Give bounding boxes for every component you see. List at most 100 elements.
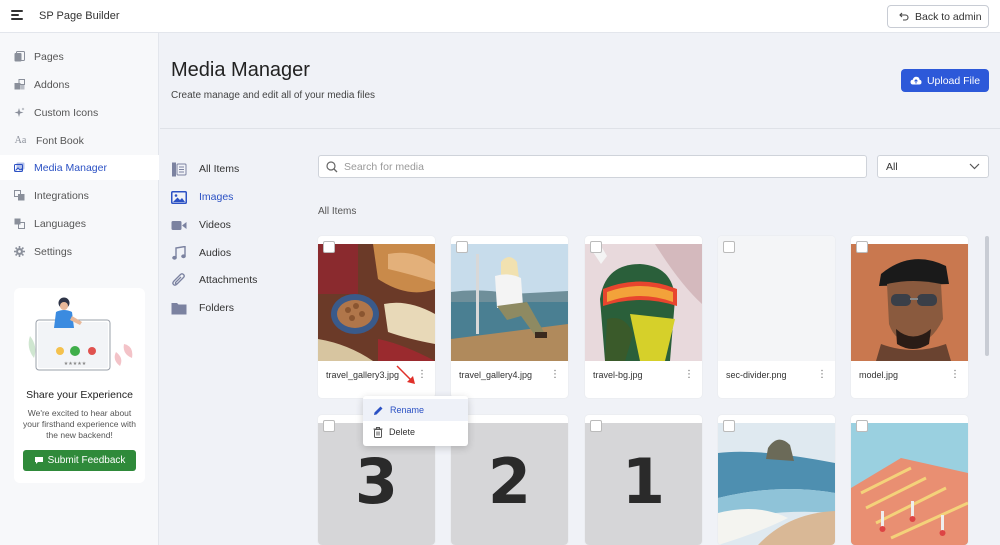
languages-icon	[14, 218, 25, 229]
more-options-icon[interactable]: ⋮	[817, 369, 827, 380]
sidebar-item-label: Languages	[34, 217, 86, 230]
sidebar-item-label: Media Manager	[34, 161, 107, 174]
video-icon	[171, 220, 187, 230]
media-card[interactable]: travel-bg.jpg ⋮	[585, 236, 702, 398]
filter-selected-value: All	[886, 160, 898, 173]
font-icon: Aa	[14, 135, 27, 146]
folder-icon	[171, 302, 187, 314]
sidebar-item-custom-icons[interactable]: Custom Icons	[0, 100, 159, 125]
image-icon	[171, 190, 187, 204]
category-attachments[interactable]: Attachments	[171, 270, 257, 290]
media-card[interactable]	[718, 415, 835, 545]
sidebar-item-media-manager[interactable]: Media Manager	[0, 155, 159, 180]
media-thumbnail-model	[851, 244, 968, 361]
media-thumbnail-number: 1	[585, 423, 702, 545]
back-to-admin-button[interactable]: Back to admin	[887, 5, 989, 28]
section-label: All Items	[318, 206, 357, 217]
sidebar-item-pages[interactable]: Pages	[0, 44, 159, 69]
media-card[interactable]: model.jpg ⋮	[851, 236, 968, 398]
thumbnail-number-text: 2	[487, 445, 532, 518]
category-label: All Items	[199, 163, 240, 175]
media-card[interactable]: 2	[451, 415, 568, 545]
category-audios[interactable]: Audios	[171, 243, 231, 263]
sidebar-item-addons[interactable]: Addons	[0, 72, 159, 97]
submit-feedback-label: Submit Feedback	[47, 455, 126, 466]
media-thumbnail-number: 2	[451, 423, 568, 545]
thumbnail-number-text: 1	[621, 445, 666, 518]
more-options-icon[interactable]: ⋮	[684, 369, 694, 380]
category-label: Audios	[199, 247, 232, 259]
media-checkbox[interactable]	[723, 241, 735, 253]
all-items-icon	[172, 162, 187, 176]
media-thumbnail-blank	[718, 236, 835, 361]
media-checkbox[interactable]	[856, 420, 868, 432]
category-videos[interactable]: Videos	[171, 215, 231, 235]
category-folders[interactable]: Folders	[171, 298, 234, 318]
gear-icon	[14, 246, 25, 257]
chat-icon	[34, 457, 43, 464]
feedback-title: Share your Experience	[26, 389, 133, 401]
media-card[interactable]: travel_gallery4.jpg ⋮	[451, 236, 568, 398]
trash-icon	[373, 426, 383, 438]
sidebar-item-font-book[interactable]: Aa Font Book	[0, 128, 159, 153]
context-delete[interactable]: Delete	[363, 421, 468, 443]
media-card[interactable]: 1	[585, 415, 702, 545]
media-thumbnail-beach	[718, 423, 835, 545]
more-options-icon[interactable]: ⋮	[950, 369, 960, 380]
sidebar-item-settings[interactable]: Settings	[0, 239, 159, 264]
cloud-upload-icon	[910, 76, 922, 85]
annotation-arrow-icon	[396, 365, 415, 384]
sidebar-item-label: Integrations	[34, 189, 89, 202]
upload-file-button[interactable]: Upload File	[901, 69, 989, 92]
svg-text:★★★★★: ★★★★★	[64, 361, 87, 367]
media-checkbox[interactable]	[456, 241, 468, 253]
category-images[interactable]: Images	[171, 187, 233, 207]
page-subtitle: Create manage and edit all of your media…	[171, 90, 376, 101]
submit-feedback-button[interactable]: Submit Feedback	[23, 450, 136, 471]
media-thumbnail-food	[318, 244, 435, 361]
pages-icon	[14, 51, 25, 62]
pencil-icon	[374, 406, 383, 415]
sparkle-icon	[14, 107, 25, 117]
addons-icon	[14, 79, 25, 90]
media-checkbox[interactable]	[323, 241, 335, 253]
category-label: Images	[199, 191, 234, 203]
media-checkbox[interactable]	[590, 420, 602, 432]
media-checkbox[interactable]	[590, 241, 602, 253]
media-thumbnail-boat	[451, 244, 568, 361]
media-filename: sec-divider.png	[726, 370, 787, 380]
feedback-text: We're excited to hear about your firstha…	[23, 408, 136, 440]
media-filename: travel_gallery4.jpg	[459, 370, 533, 380]
integrations-icon	[14, 190, 25, 201]
category-all-items[interactable]: All Items	[171, 159, 239, 179]
media-checkbox[interactable]	[723, 420, 735, 432]
sidebar-item-label: Addons	[34, 78, 70, 91]
sidebar-item-languages[interactable]: Languages	[0, 211, 159, 236]
sidebar-item-label: Pages	[34, 50, 64, 63]
media-filter-select[interactable]: All	[877, 155, 989, 178]
feedback-card: ★★★★★ Share your Experience We're excite…	[14, 288, 145, 483]
media-checkbox[interactable]	[856, 241, 868, 253]
media-card[interactable]	[851, 415, 968, 545]
media-filename: travel_gallery3.jpg	[326, 370, 400, 380]
app-title: SP Page Builder	[39, 10, 120, 22]
undo-arrow-icon	[899, 12, 909, 21]
media-scrollbar[interactable]	[985, 236, 989, 356]
audio-icon	[172, 245, 186, 260]
media-checkbox[interactable]	[323, 420, 335, 432]
paperclip-icon	[172, 272, 185, 286]
media-filename: travel-bg.jpg	[593, 370, 643, 380]
more-options-icon[interactable]: ⋮	[550, 369, 560, 380]
context-rename-label: Rename	[390, 405, 425, 415]
context-rename[interactable]: Rename	[363, 399, 468, 421]
search-input[interactable]	[344, 160, 844, 173]
media-icon	[14, 162, 25, 172]
media-card[interactable]: sec-divider.png ⋮	[718, 236, 835, 398]
upload-file-label: Upload File	[926, 74, 981, 87]
hamburger-menu-icon[interactable]	[11, 10, 23, 21]
sidebar-item-integrations[interactable]: Integrations	[0, 183, 159, 208]
feedback-illustration: ★★★★★	[28, 297, 133, 371]
search-box	[318, 155, 867, 178]
context-menu: Rename Delete	[363, 396, 468, 446]
page-title: Media Manager	[171, 59, 310, 81]
